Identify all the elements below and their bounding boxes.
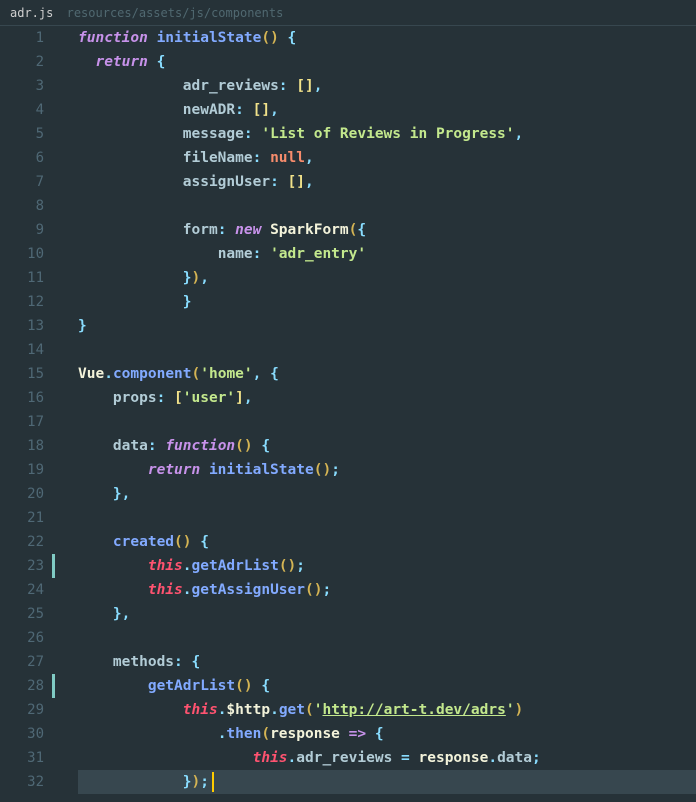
code-line[interactable]: assignUser: [], [78, 170, 696, 194]
line-number: 15 [0, 362, 44, 386]
code-line[interactable] [78, 626, 696, 650]
code-line[interactable] [78, 338, 696, 362]
code-line[interactable] [78, 506, 696, 530]
line-number: 30 [0, 722, 44, 746]
line-number: 22 [0, 530, 44, 554]
git-marker [52, 674, 55, 698]
code-line[interactable]: created() { [78, 530, 696, 554]
editor[interactable]: 1234567891011121314151617181920212223242… [0, 26, 696, 802]
code-line[interactable]: return { [78, 50, 696, 74]
line-number: 3 [0, 74, 44, 98]
line-number: 13 [0, 314, 44, 338]
line-number: 17 [0, 410, 44, 434]
code-line[interactable]: fileName: null, [78, 146, 696, 170]
code-line[interactable]: .then(response => { [78, 722, 696, 746]
code-line[interactable]: adr_reviews: [], [78, 74, 696, 98]
code-line[interactable]: return initialState(); [78, 458, 696, 482]
code-line[interactable]: this.getAssignUser(); [78, 578, 696, 602]
line-number: 27 [0, 650, 44, 674]
line-number: 8 [0, 194, 44, 218]
code-line[interactable]: newADR: [], [78, 98, 696, 122]
code-line[interactable]: function initialState() { [78, 26, 696, 50]
line-number: 31 [0, 746, 44, 770]
line-number: 11 [0, 266, 44, 290]
line-number: 21 [0, 506, 44, 530]
line-number: 28 [0, 674, 44, 698]
code-line[interactable] [78, 410, 696, 434]
line-number: 1 [0, 26, 44, 50]
code-line[interactable]: this.adr_reviews = response.data; [78, 746, 696, 770]
code-line[interactable] [78, 194, 696, 218]
code-line[interactable]: }); [78, 770, 696, 794]
code-line[interactable]: this.getAdrList(); [78, 554, 696, 578]
line-number: 16 [0, 386, 44, 410]
line-number: 5 [0, 122, 44, 146]
filepath: resources/assets/js/components [67, 6, 284, 20]
code-line[interactable]: methods: { [78, 650, 696, 674]
line-number: 18 [0, 434, 44, 458]
line-number: 19 [0, 458, 44, 482]
editor-tab-header: adr.js resources/assets/js/components [0, 0, 696, 26]
code-line[interactable]: getAdrList() { [78, 674, 696, 698]
gutter: 1234567891011121314151617181920212223242… [0, 26, 52, 802]
line-number: 32 [0, 770, 44, 794]
line-number: 7 [0, 170, 44, 194]
line-number: 9 [0, 218, 44, 242]
code-line[interactable]: message: 'List of Reviews in Progress', [78, 122, 696, 146]
code-line[interactable]: }), [78, 266, 696, 290]
code-area[interactable]: function initialState() { return { adr_r… [52, 26, 696, 802]
line-number: 12 [0, 290, 44, 314]
line-number: 26 [0, 626, 44, 650]
line-number: 29 [0, 698, 44, 722]
line-number: 10 [0, 242, 44, 266]
code-line[interactable]: name: 'adr_entry' [78, 242, 696, 266]
code-line[interactable]: }, [78, 602, 696, 626]
line-number: 25 [0, 602, 44, 626]
filename: adr.js [10, 6, 53, 20]
line-number: 23 [0, 554, 44, 578]
code-line[interactable]: props: ['user'], [78, 386, 696, 410]
line-number: 24 [0, 578, 44, 602]
line-number: 4 [0, 98, 44, 122]
code-line[interactable]: } [78, 314, 696, 338]
line-number: 2 [0, 50, 44, 74]
code-line[interactable]: } [78, 290, 696, 314]
line-number: 6 [0, 146, 44, 170]
code-line[interactable]: this.$http.get('http://art-t.dev/adrs') [78, 698, 696, 722]
git-marker [52, 554, 55, 578]
code-line[interactable]: data: function() { [78, 434, 696, 458]
code-line[interactable]: Vue.component('home', { [78, 362, 696, 386]
text-cursor [212, 772, 214, 792]
line-number: 20 [0, 482, 44, 506]
code-line[interactable]: form: new SparkForm({ [78, 218, 696, 242]
code-line[interactable]: }, [78, 482, 696, 506]
line-number: 14 [0, 338, 44, 362]
